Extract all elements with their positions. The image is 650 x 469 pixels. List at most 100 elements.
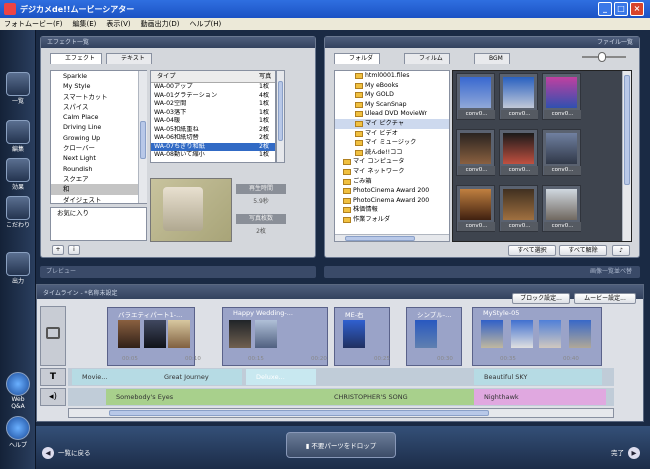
text-clip[interactable]: Great Journey bbox=[154, 369, 242, 385]
tree-item[interactable]: My eBooks bbox=[335, 81, 449, 91]
list-item[interactable]: ダイジェスト bbox=[51, 195, 146, 205]
thumbnail-scrollbar[interactable] bbox=[622, 71, 631, 241]
type-scrollbar[interactable] bbox=[276, 70, 285, 163]
menu-export[interactable]: 動画出力(D) bbox=[141, 19, 180, 29]
sort-label[interactable]: 画像一覧並べ替 bbox=[324, 266, 640, 278]
add-favorite-button[interactable]: + bbox=[52, 245, 64, 255]
video-track-header bbox=[40, 306, 66, 366]
nav-effects[interactable]: 効果 bbox=[4, 158, 32, 191]
list-item[interactable]: Growing Up bbox=[51, 133, 146, 143]
photo-thumbnail[interactable]: conv0... bbox=[456, 129, 495, 176]
tree-item[interactable]: Ulead DVD MovieWr bbox=[335, 109, 449, 119]
tree-item[interactable]: マイ ネットワーク bbox=[335, 167, 449, 177]
list-icon bbox=[6, 72, 30, 96]
list-item[interactable]: My Style bbox=[51, 81, 146, 91]
tree-item[interactable]: PhotoCinema Award 200 bbox=[335, 196, 449, 206]
nav-details[interactable]: こだわり bbox=[4, 196, 32, 229]
menu-photomovie[interactable]: フォトムービー(F) bbox=[4, 19, 63, 29]
tree-item[interactable]: 作業フォルダ bbox=[335, 215, 449, 225]
nav-list[interactable]: 一覧 bbox=[4, 72, 32, 105]
tab-folder[interactable]: フォルダ bbox=[334, 53, 381, 64]
tree-item[interactable]: html0001.files bbox=[335, 71, 449, 81]
table-row[interactable]: WA-00アップ 1枚 bbox=[151, 83, 275, 92]
tree-item[interactable]: マイ ビデオ bbox=[335, 129, 449, 139]
text-clip[interactable]: Beautiful SKY bbox=[474, 369, 602, 385]
list-item[interactable]: Next Light bbox=[51, 153, 146, 163]
photo-thumbnail[interactable]: conv0... bbox=[542, 129, 581, 176]
list-item[interactable]: Driving Line bbox=[51, 122, 146, 132]
text-clip[interactable]: Movie... bbox=[72, 369, 154, 385]
maximize-button[interactable]: □ bbox=[614, 2, 628, 16]
tree-item[interactable]: 読んde!!ココ bbox=[335, 148, 449, 158]
tree-item[interactable]: My ScanSnap bbox=[335, 100, 449, 110]
title-bar: デジカメde!!ムービーシアター _ □ × bbox=[0, 0, 650, 18]
tree-item[interactable]: My GOLD bbox=[335, 90, 449, 100]
list-item[interactable]: Calm Place bbox=[51, 112, 146, 122]
tree-label: マイ ミュージック bbox=[365, 139, 417, 147]
info-button[interactable]: i bbox=[68, 245, 80, 255]
tab-text[interactable]: テキスト bbox=[106, 53, 152, 64]
tab-film[interactable]: フィルム bbox=[404, 53, 450, 64]
tree-item[interactable]: マイ ミュージック bbox=[335, 138, 449, 148]
photo-thumbnail[interactable]: conv0... bbox=[499, 185, 538, 232]
audio-clip[interactable]: Nighthawk bbox=[474, 389, 606, 405]
audio-clip[interactable]: Somebody's Eyes bbox=[106, 389, 324, 405]
nav-edit[interactable]: 編集 bbox=[4, 120, 32, 153]
tree-item[interactable]: マイ コンピュータ bbox=[335, 157, 449, 167]
tree-item[interactable]: PhotoCinema Award 200 bbox=[335, 186, 449, 196]
deselect-all-button[interactable]: すべて解除 bbox=[559, 245, 607, 256]
block-settings-button[interactable]: ブロック設定... bbox=[512, 293, 570, 304]
audio-clip[interactable]: CHRISTOPHER'S SONG bbox=[324, 389, 474, 405]
done-button[interactable]: 完了 ▶ bbox=[570, 446, 640, 460]
tree-item[interactable]: ごみ箱 bbox=[335, 177, 449, 187]
photo-thumbnail[interactable]: conv0... bbox=[542, 185, 581, 232]
tab-bgm[interactable]: BGM bbox=[474, 53, 510, 64]
text-clip[interactable]: Deluxe... bbox=[246, 369, 316, 385]
nav-help[interactable]: ヘルプ bbox=[4, 416, 32, 449]
folder-icon bbox=[355, 140, 363, 147]
nav-output[interactable]: 出力 bbox=[4, 252, 32, 285]
table-row[interactable]: WA-05和紙重ね 2枚 bbox=[151, 126, 275, 135]
timeline-hscroll[interactable] bbox=[68, 408, 614, 418]
trash-drop-zone[interactable]: ▮ 不要パーツをドロップ bbox=[286, 432, 396, 458]
list-item[interactable]: Sparkle bbox=[51, 71, 146, 81]
photo-thumbnail[interactable]: conv0... bbox=[542, 73, 581, 120]
table-row[interactable]: WA-06和紙切替 2枚 bbox=[151, 134, 275, 143]
photo-thumbnail[interactable]: conv0... bbox=[499, 129, 538, 176]
table-row[interactable]: WA-04暖 1枚 bbox=[151, 117, 275, 126]
tree-item[interactable]: マイ ピクチャ bbox=[335, 118, 449, 129]
help-icon bbox=[6, 416, 30, 440]
photo-thumbnail[interactable]: conv0... bbox=[456, 185, 495, 232]
list-item[interactable]: スパイス bbox=[51, 102, 146, 112]
menu-help[interactable]: ヘルプ(H) bbox=[190, 19, 222, 29]
select-all-button[interactable]: すべて選択 bbox=[508, 245, 556, 256]
table-row[interactable]: WA-02空間 1枚 bbox=[151, 100, 275, 109]
back-to-list-button[interactable]: ◀ 一覧に戻る bbox=[42, 446, 122, 460]
tree-item[interactable]: 株価情報 bbox=[335, 205, 449, 215]
table-row[interactable]: WA-03落下 1枚 bbox=[151, 109, 275, 118]
close-button[interactable]: × bbox=[630, 2, 644, 16]
list-item[interactable]: スクエア bbox=[51, 174, 146, 184]
table-row[interactable]: WA-08動いて縮小 1枚 bbox=[151, 151, 275, 160]
tab-effect[interactable]: エフェクト bbox=[50, 53, 103, 64]
menu-edit[interactable]: 編集(E) bbox=[73, 19, 97, 29]
tree-hscroll[interactable] bbox=[335, 234, 449, 241]
table-row[interactable]: WA-07ちぎり和紙 2枚 bbox=[151, 142, 275, 151]
nav-webqa[interactable]: Web Q&A bbox=[4, 372, 32, 410]
speaker-icon[interactable]: ♪ bbox=[612, 245, 630, 256]
table-row[interactable]: WA-01グラデーション 4枚 bbox=[151, 92, 275, 101]
list-item[interactable]: Roundish bbox=[51, 164, 146, 174]
movie-settings-button[interactable]: ムービー設定... bbox=[574, 293, 636, 304]
list-item[interactable]: スマートカット bbox=[51, 92, 146, 102]
minimize-button[interactable]: _ bbox=[598, 2, 612, 16]
list-item-selected[interactable]: 和 bbox=[51, 184, 146, 195]
photo-thumbnail[interactable]: conv0... bbox=[456, 73, 495, 120]
category-scrollbar[interactable] bbox=[138, 71, 147, 203]
thumb-size-slider[interactable] bbox=[574, 52, 634, 62]
favorites-label[interactable]: お気に入り bbox=[51, 208, 146, 218]
list-item[interactable]: クローバー bbox=[51, 143, 146, 153]
thumbnail-caption: conv0... bbox=[501, 222, 538, 231]
menu-view[interactable]: 表示(V) bbox=[106, 19, 130, 29]
timeline-title: タイムライン - *名称未設定 bbox=[43, 290, 118, 297]
photo-thumbnail[interactable]: conv0... bbox=[499, 73, 538, 120]
